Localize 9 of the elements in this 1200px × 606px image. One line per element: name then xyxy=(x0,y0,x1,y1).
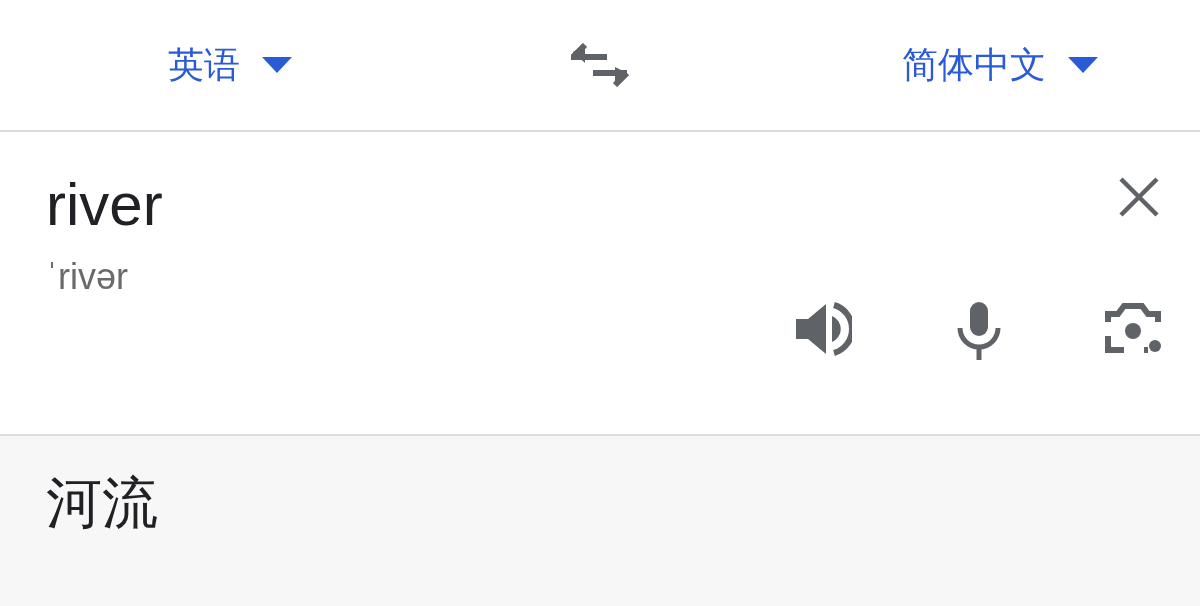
close-icon[interactable] xyxy=(1118,176,1160,218)
swap-languages-icon[interactable] xyxy=(571,43,629,87)
phonetic-transcription: ˈrivər xyxy=(46,256,128,298)
input-field[interactable]: river xyxy=(46,170,163,239)
dropdown-caret-icon xyxy=(1068,57,1098,73)
translation-text: 河流 xyxy=(46,469,159,537)
dropdown-caret-icon xyxy=(262,57,292,73)
target-language-selector[interactable]: 简体中文 xyxy=(894,36,1106,94)
source-language-selector[interactable]: 英语 xyxy=(160,36,300,94)
